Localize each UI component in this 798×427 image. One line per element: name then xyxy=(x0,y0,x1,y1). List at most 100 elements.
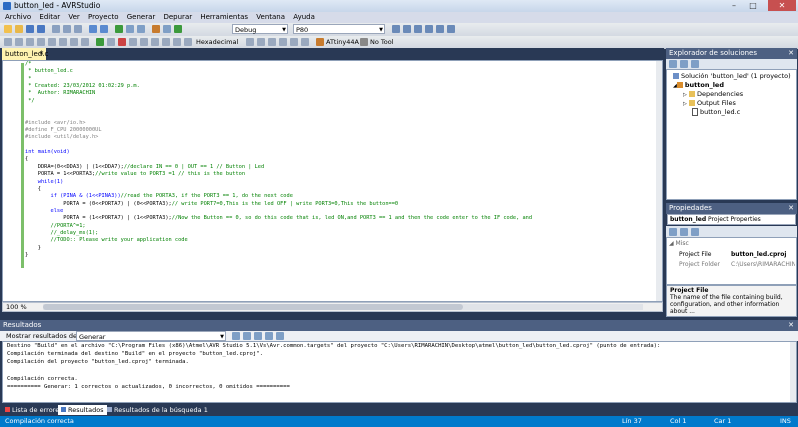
property-row[interactable]: Project Folder C:\Users\RIMARACHIN xyxy=(677,260,795,269)
category-misc[interactable]: ◢ Misc xyxy=(669,240,689,247)
new-project-icon[interactable] xyxy=(4,25,12,33)
find-combo[interactable]: P80 ▼ xyxy=(293,24,385,34)
categorized-icon[interactable] xyxy=(669,228,677,236)
copy-icon[interactable] xyxy=(63,25,71,33)
code-editor[interactable]: /* * button_led.c * * Created: 23/03/201… xyxy=(2,60,663,302)
device-selector[interactable]: ATtiny44A xyxy=(326,37,359,48)
pause-icon[interactable] xyxy=(107,38,115,46)
code-line[interactable]: PORTA = (1<<PORTA7) | (1<<PORTA3);//Now … xyxy=(25,215,532,222)
configuration-dropdown[interactable]: Debug ▼ xyxy=(232,24,288,34)
step-into-icon[interactable] xyxy=(140,38,148,46)
alphabetical-icon[interactable] xyxy=(680,228,688,236)
run-to-cursor-icon[interactable] xyxy=(173,38,181,46)
properties-icon[interactable] xyxy=(414,25,422,33)
menu-proyecto[interactable]: Proyecto xyxy=(85,12,121,23)
code-line[interactable]: { xyxy=(25,156,532,163)
tab-error-list[interactable]: Lista de errores xyxy=(2,405,66,415)
step-icon[interactable] xyxy=(59,38,67,46)
continue-icon[interactable] xyxy=(96,38,104,46)
step-icon[interactable] xyxy=(48,38,56,46)
programming-icon[interactable] xyxy=(152,25,160,33)
code-line[interactable]: /* xyxy=(25,61,532,68)
tree-file-button-led-c[interactable]: button_led.c xyxy=(692,108,740,117)
code-line[interactable]: #define F_CPU 20000000UL xyxy=(25,127,532,134)
code-line[interactable]: * xyxy=(25,76,532,83)
stop-icon[interactable] xyxy=(118,38,126,46)
menu-ventana[interactable]: Ventana xyxy=(253,12,288,23)
step-icon[interactable] xyxy=(70,38,78,46)
code-line[interactable]: { xyxy=(25,186,532,193)
find-message-icon[interactable] xyxy=(232,332,240,340)
start-debug-icon[interactable] xyxy=(115,25,123,33)
menu-ayuda[interactable]: Ayuda xyxy=(290,12,318,23)
properties-object-selector[interactable]: button_led Project Properties xyxy=(667,214,796,225)
code-line[interactable]: * Created: 23/03/2012 01:02:29 p.m. xyxy=(25,83,532,90)
step-icon[interactable] xyxy=(26,38,34,46)
step-icon[interactable] xyxy=(81,38,89,46)
restart-icon[interactable] xyxy=(129,38,137,46)
watch-icon[interactable] xyxy=(301,38,309,46)
collapse-icon[interactable]: ◢ xyxy=(669,240,674,247)
maximize-button[interactable]: □ xyxy=(744,0,762,11)
code-line[interactable]: } xyxy=(25,252,532,259)
word-wrap-icon[interactable] xyxy=(276,332,284,340)
extension-icon[interactable] xyxy=(436,25,444,33)
minimize-button[interactable]: – xyxy=(725,0,743,11)
code-line[interactable]: #include <avr/io.h> xyxy=(25,120,532,127)
code-line[interactable] xyxy=(25,112,532,119)
code-line[interactable]: int main(void) xyxy=(25,149,532,156)
menu-editar[interactable]: Editar xyxy=(36,12,63,23)
code-line[interactable]: * Author: RIMARACHIN xyxy=(25,90,532,97)
property-row[interactable]: Project File button_led.cproj xyxy=(677,250,795,259)
code-line[interactable]: //TODO:: Please write your application c… xyxy=(25,237,532,244)
save-icon[interactable] xyxy=(26,25,34,33)
tab-output[interactable]: Resultados xyxy=(58,405,107,415)
code-line[interactable]: } xyxy=(25,245,532,252)
clear-all-icon[interactable] xyxy=(265,332,273,340)
close-icon[interactable]: ✕ xyxy=(39,48,44,60)
code-line[interactable]: if (PINA & (1<<PINA3))//read the PORTA3,… xyxy=(25,193,532,200)
registers-icon[interactable] xyxy=(268,38,276,46)
code-line[interactable]: DDRA=(0<<DDA3) | (1<<DDA7);//declare IN … xyxy=(25,164,532,171)
code-line[interactable]: PORTA = 1<<PORTA3;//write value to PORT3… xyxy=(25,171,532,178)
menu-depurar[interactable]: Depurar xyxy=(160,12,195,23)
open-folder-icon[interactable] xyxy=(15,25,23,33)
breakpoints-icon[interactable] xyxy=(184,38,192,46)
redo-icon[interactable] xyxy=(100,25,108,33)
collapsed-arrow-icon[interactable]: ▷ xyxy=(683,101,687,107)
find-icon[interactable] xyxy=(163,25,171,33)
step-icon[interactable] xyxy=(37,38,45,46)
next-message-icon[interactable] xyxy=(254,332,262,340)
tool-selector[interactable]: No Tool xyxy=(370,37,394,48)
prev-message-icon[interactable] xyxy=(243,332,251,340)
editor-vertical-scrollbar[interactable] xyxy=(656,61,662,301)
play-icon[interactable] xyxy=(174,25,182,33)
editor-horizontal-scrollbar[interactable] xyxy=(43,304,643,310)
find-in-files-icon[interactable] xyxy=(392,25,400,33)
properties-icon[interactable] xyxy=(669,60,677,68)
scroll-thumb[interactable] xyxy=(43,304,463,310)
memory-icon[interactable] xyxy=(246,38,254,46)
tree-solution[interactable]: Solución 'button_led' (1 proyecto) xyxy=(673,72,791,81)
output-pane[interactable]: Destino "Build" en el archivo "C:\Progra… xyxy=(2,341,797,403)
solution-explorer-icon[interactable] xyxy=(403,25,411,33)
menu-archivo[interactable]: Archivo xyxy=(2,12,34,23)
code-line[interactable] xyxy=(25,105,532,112)
step-over-icon[interactable] xyxy=(151,38,159,46)
output-source-dropdown[interactable]: Generar ▼ xyxy=(76,331,226,341)
disassembly-icon[interactable] xyxy=(290,38,298,46)
menu-generar[interactable]: Generar xyxy=(124,12,159,23)
undo-icon[interactable] xyxy=(89,25,97,33)
code-line[interactable]: #include <util/delay.h> xyxy=(25,134,532,141)
io-view-icon[interactable] xyxy=(257,38,265,46)
code-line[interactable]: PORTA = (0<<PORTA7) | (0<<PORTA3);// wri… xyxy=(25,201,532,208)
hexadecimal-toggle[interactable]: Hexadecimal xyxy=(196,37,238,48)
close-icon[interactable]: ✕ xyxy=(788,203,794,214)
code-line[interactable]: */ xyxy=(25,98,532,105)
toolbox-icon[interactable] xyxy=(425,25,433,33)
paste-icon[interactable] xyxy=(74,25,82,33)
menu-ver[interactable]: Ver xyxy=(65,12,82,23)
property-pages-icon[interactable] xyxy=(691,228,699,236)
processor-icon[interactable] xyxy=(279,38,287,46)
close-icon[interactable]: ✕ xyxy=(788,320,794,331)
